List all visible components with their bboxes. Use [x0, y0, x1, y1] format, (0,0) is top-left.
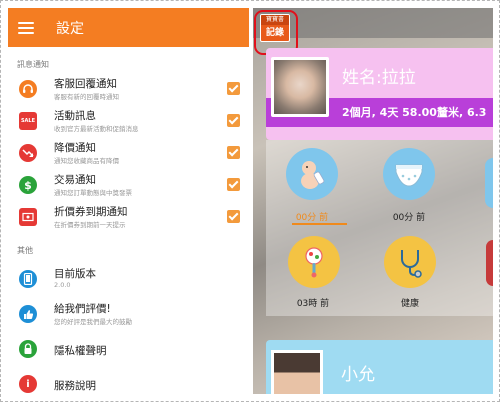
sale-icon: SALE	[19, 112, 37, 130]
events-checkbox[interactable]	[227, 114, 240, 127]
offscreen-tile	[485, 158, 493, 208]
settings-title: 設定	[56, 20, 84, 37]
info-icon: i	[19, 375, 37, 393]
transaction-checkbox[interactable]	[227, 178, 240, 191]
thumbs-up-icon	[19, 305, 37, 323]
setting-subtitle: 在折價券到期前一天提示	[54, 221, 126, 229]
setting-row-privacy[interactable]: 隱私權聲明	[8, 333, 249, 368]
version-number: 2.0.0	[54, 281, 71, 289]
feeding-label: 00分 前	[295, 213, 329, 223]
setting-row-events[interactable]: SALE 活動訊息 收到官方最新活動和促銷消息	[8, 105, 249, 137]
headset-icon	[19, 80, 37, 98]
offscreen-tile	[486, 240, 493, 286]
child-info: 2個月, 4天 58.00釐米, 6.3	[342, 106, 487, 119]
setting-title: 交易通知	[54, 174, 96, 186]
settings-toolbar: 設定	[8, 8, 249, 47]
setting-row-service-info[interactable]: i 服務說明	[8, 368, 249, 394]
diaper-icon[interactable]	[383, 148, 435, 200]
baby-app-preview: 寶寶書 記錄 姓名:拉拉 2個月, 4天 58.00釐米, 6.3 00分 前 …	[253, 8, 493, 394]
child-card-2[interactable]: 小允	[266, 340, 493, 394]
coupon-icon	[19, 208, 37, 226]
setting-title: 客服回覆通知	[54, 78, 117, 90]
setting-row-transaction[interactable]: $ 交易通知 通知您訂單動態與中獎發票	[8, 169, 249, 201]
service-reply-checkbox[interactable]	[227, 82, 240, 95]
rattle-icon[interactable]	[288, 236, 340, 288]
setting-subtitle: 收到官方最新活動和促銷消息	[54, 125, 139, 133]
child-photo	[271, 57, 329, 117]
setting-title: 給我們評價!	[54, 303, 111, 315]
price-drop-icon	[19, 144, 37, 162]
selected-underline	[292, 223, 347, 225]
other-section-label: 其他	[17, 246, 33, 255]
setting-subtitle: 您的好評是我們最大的鼓勵	[54, 318, 132, 326]
price-drop-checkbox[interactable]	[227, 146, 240, 159]
setting-title: 降價通知	[54, 142, 96, 154]
child-photo-2	[271, 350, 323, 394]
setting-subtitle: 客服有新的回覆時通知	[54, 93, 119, 101]
setting-title: 服務說明	[54, 380, 96, 392]
child-name: 姓名:拉拉	[342, 68, 416, 88]
notifications-section-label: 訊息通知	[17, 60, 49, 69]
setting-title: 活動訊息	[54, 110, 96, 122]
setting-title: 折價券到期通知	[54, 206, 128, 218]
diaper-label: 00分 前	[392, 213, 426, 223]
lock-icon	[19, 340, 37, 358]
child-card[interactable]: 姓名:拉拉 2個月, 4天 58.00釐米, 6.3	[266, 48, 493, 140]
setting-subtitle: 通知您訂單動態與中獎發票	[54, 189, 132, 197]
menu-icon[interactable]	[18, 19, 34, 37]
setting-row-version[interactable]: 目前版本 2.0.0	[8, 263, 249, 298]
setting-subtitle: 通知您收藏商品有降價	[54, 157, 119, 165]
child-name-2: 小允	[341, 365, 375, 385]
setting-row-rate-us[interactable]: 給我們評價! 您的好評是我們最大的鼓勵	[8, 298, 249, 333]
stethoscope-icon[interactable]	[384, 236, 436, 288]
health-label: 健康	[400, 299, 419, 309]
rattle-label: 03時 前	[296, 299, 330, 309]
settings-drawer: 設定 訊息通知 客服回覆通知 客服有新的回覆時通知 SALE 活動訊息 收到官方…	[8, 8, 249, 394]
setting-row-service-reply[interactable]: 客服回覆通知 客服有新的回覆時通知	[8, 73, 249, 105]
setting-title: 隱私權聲明	[54, 345, 107, 357]
setting-row-price-drop[interactable]: 降價通知 通知您收藏商品有降價	[8, 137, 249, 169]
setting-title: 目前版本	[54, 268, 96, 280]
coupon-checkbox[interactable]	[227, 210, 240, 223]
dollar-icon: $	[19, 176, 37, 194]
feeding-icon[interactable]	[286, 148, 338, 200]
setting-row-coupon[interactable]: 折價券到期通知 在折價券到期前一天提示	[8, 201, 249, 233]
tablet-icon	[19, 270, 37, 288]
